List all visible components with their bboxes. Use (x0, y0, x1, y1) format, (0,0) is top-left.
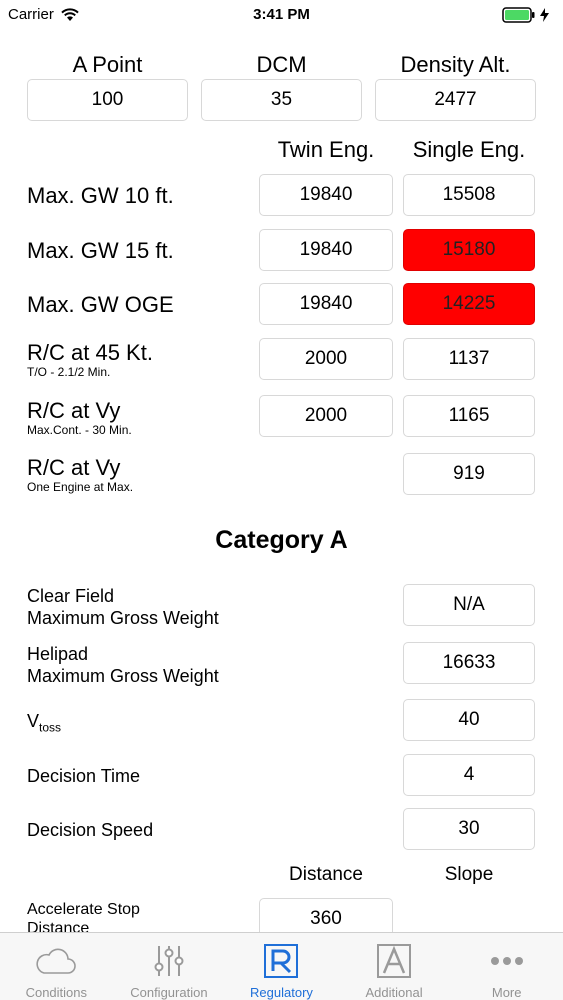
max-gw-10ft-single-field[interactable]: 15508 (403, 174, 535, 216)
helipad-label: Helipad Maximum Gross Weight (27, 643, 219, 687)
clock: 3:41 PM (253, 6, 310, 23)
rc-vy-one-engine-single-field[interactable]: 919 (403, 453, 535, 495)
regulatory-icon (259, 941, 303, 981)
charging-bolt-icon (540, 8, 549, 22)
clear-field-line2: Maximum Gross Weight (27, 608, 219, 628)
tab-conditions[interactable]: Conditions (0, 933, 113, 1000)
vtoss-label: Vtoss (27, 710, 61, 739)
accelerate-stop-line1: Accelerate Stop (27, 901, 140, 918)
rc-vy-one-engine-subtitle: One Engine at Max. (27, 480, 134, 494)
rc-vy-maxcont-title: R/C at Vy (27, 398, 121, 423)
tab-configuration-label: Configuration (130, 985, 208, 1000)
decision-speed-label: Decision Speed (27, 820, 154, 840)
rc-45kt-title: R/C at 45 Kt. (27, 340, 153, 365)
clear-field-value[interactable]: N/A (403, 584, 535, 626)
a-point-field[interactable]: 100 (27, 79, 188, 121)
status-bar: Carrier 3:41 PM (0, 0, 563, 30)
twin-engine-header: Twin Eng. (277, 137, 375, 162)
max-gw-10ft-twin-field[interactable]: 19840 (259, 174, 393, 216)
clear-field-label: Clear Field Maximum Gross Weight (27, 585, 219, 629)
max-gw-15ft-label: Max. GW 15 ft. (27, 238, 174, 263)
max-gw-oge-single-field[interactable]: 14225 (403, 283, 535, 325)
tab-regulatory-label: Regulatory (250, 985, 313, 1000)
battery-indicator (502, 7, 549, 23)
max-gw-oge-label: Max. GW OGE (27, 292, 174, 317)
slope-header: Slope (444, 864, 494, 885)
tab-configuration[interactable]: Configuration (113, 933, 226, 1000)
helipad-line2: Maximum Gross Weight (27, 666, 219, 686)
vtoss-main: V (27, 711, 40, 731)
max-gw-15ft-twin-field[interactable]: 19840 (259, 229, 393, 271)
a-point-label: A Point (72, 52, 143, 77)
helipad-line1: Helipad (27, 644, 89, 664)
density-alt-label: Density Alt. (400, 52, 511, 77)
more-icon (485, 941, 529, 981)
distance-header: Distance (289, 864, 363, 885)
vtoss-value[interactable]: 40 (403, 699, 535, 741)
tab-additional-label: Additional (365, 985, 423, 1000)
helipad-value[interactable]: 16633 (403, 642, 535, 684)
dcm-label: DCM (256, 52, 307, 77)
additional-icon (372, 941, 416, 981)
rc-vy-maxcont-subtitle: Max.Cont. - 30 Min. (27, 423, 132, 437)
rc-vy-one-engine-label: R/C at Vy One Engine at Max. (27, 455, 133, 494)
category-a-title: Category A (215, 526, 348, 554)
decision-time-label: Decision Time (27, 766, 141, 786)
max-gw-15ft-single-field[interactable]: 15180 (403, 229, 535, 271)
rc-vy-one-engine-title: R/C at Vy (27, 455, 121, 480)
decision-time-value[interactable]: 4 (403, 754, 535, 796)
cloud-icon (34, 941, 78, 981)
rc-45kt-subtitle: T/O - 2.1/2 Min. (27, 365, 111, 379)
vtoss-subscript: toss (39, 720, 62, 735)
tab-regulatory[interactable]: Regulatory (225, 933, 338, 1000)
single-engine-header: Single Eng. (412, 137, 526, 162)
clear-field-line1: Clear Field (27, 586, 115, 606)
rc-45kt-label: R/C at 45 Kt. T/O - 2.1/2 Min. (27, 340, 153, 379)
rc-45kt-twin-field[interactable]: 2000 (259, 338, 393, 380)
tab-additional[interactable]: Additional (338, 933, 451, 1000)
dcm-field[interactable]: 35 (201, 79, 362, 121)
density-alt-field[interactable]: 2477 (375, 79, 536, 121)
tab-bar: Conditions Configuration Regulatory Addi… (0, 932, 563, 1000)
decision-speed-value[interactable]: 30 (403, 808, 535, 850)
battery-icon (502, 7, 535, 23)
rc-45kt-single-field[interactable]: 1137 (403, 338, 535, 380)
rc-vy-maxcont-twin-field[interactable]: 2000 (259, 395, 393, 437)
sliders-icon (147, 941, 191, 981)
tab-conditions-label: Conditions (25, 985, 88, 1000)
tab-more[interactable]: More (450, 933, 563, 1000)
tab-more-label: More (491, 985, 522, 1000)
rc-vy-maxcont-single-field[interactable]: 1165 (403, 395, 535, 437)
max-gw-oge-twin-field[interactable]: 19840 (259, 283, 393, 325)
rc-vy-maxcont-label: R/C at Vy Max.Cont. - 30 Min. (27, 398, 132, 437)
max-gw-10ft-label: Max. GW 10 ft. (27, 183, 174, 208)
